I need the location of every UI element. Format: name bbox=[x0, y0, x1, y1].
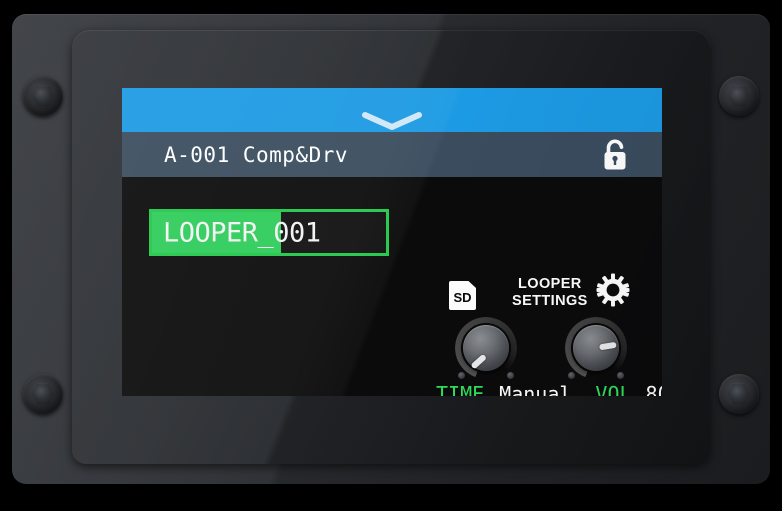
loop-file-field[interactable]: LOOPER_001 bbox=[149, 209, 389, 256]
sd-card-label: SD bbox=[453, 290, 472, 305]
time-knob[interactable] bbox=[455, 317, 517, 379]
screw-top-right bbox=[719, 76, 759, 116]
knob-labels-row: TIME Manual VOL 80 bbox=[432, 382, 662, 396]
hex-socket-icon bbox=[728, 85, 750, 107]
looper-settings-line1: LOOPER bbox=[518, 275, 582, 292]
patch-bar[interactable]: A-001 Comp&Drv bbox=[122, 132, 662, 177]
vol-label: VOL bbox=[595, 382, 632, 396]
screenshot-root: A-001 Comp&Drv LOOPER_001 SD LOOPER SETT… bbox=[0, 0, 782, 511]
time-label: TIME bbox=[436, 382, 485, 396]
patch-name-label: A-001 Comp&Drv bbox=[164, 142, 349, 167]
lcd-screen: A-001 Comp&Drv LOOPER_001 SD LOOPER SETT… bbox=[122, 88, 662, 396]
hex-socket-icon bbox=[32, 85, 54, 107]
vol-knob-dot-right bbox=[617, 372, 624, 379]
time-value: Manual bbox=[499, 382, 572, 396]
looper-main-area: LOOPER_001 SD LOOPER SETTINGS TIME Manua… bbox=[122, 177, 662, 396]
sd-card-icon: SD bbox=[449, 281, 476, 310]
looper-settings-line2: SETTINGS bbox=[512, 292, 588, 309]
screw-top-left bbox=[23, 76, 63, 116]
looper-settings-button[interactable]: LOOPER SETTINGS bbox=[512, 273, 630, 312]
vol-knob-body[interactable] bbox=[565, 317, 627, 379]
time-knob-dot-left bbox=[458, 372, 465, 379]
sd-card-body: SD bbox=[449, 281, 476, 310]
vol-knob-dot-left bbox=[568, 372, 575, 379]
screw-bottom-right bbox=[719, 374, 759, 414]
time-knob-body[interactable] bbox=[455, 317, 517, 379]
lock-icon[interactable] bbox=[600, 138, 630, 172]
top-blue-bar[interactable] bbox=[122, 88, 662, 132]
time-knob-dot-right bbox=[507, 372, 514, 379]
loop-file-name: LOOPER_001 bbox=[163, 217, 321, 248]
gear-icon[interactable] bbox=[596, 273, 630, 312]
screw-bottom-left bbox=[23, 374, 63, 414]
time-knob-cap[interactable] bbox=[463, 325, 509, 371]
hex-socket-icon bbox=[32, 383, 54, 405]
vol-value: 80 bbox=[645, 382, 662, 396]
hex-socket-icon bbox=[728, 383, 750, 405]
vol-knob[interactable] bbox=[565, 317, 627, 379]
looper-settings-label: LOOPER SETTINGS bbox=[512, 276, 588, 310]
